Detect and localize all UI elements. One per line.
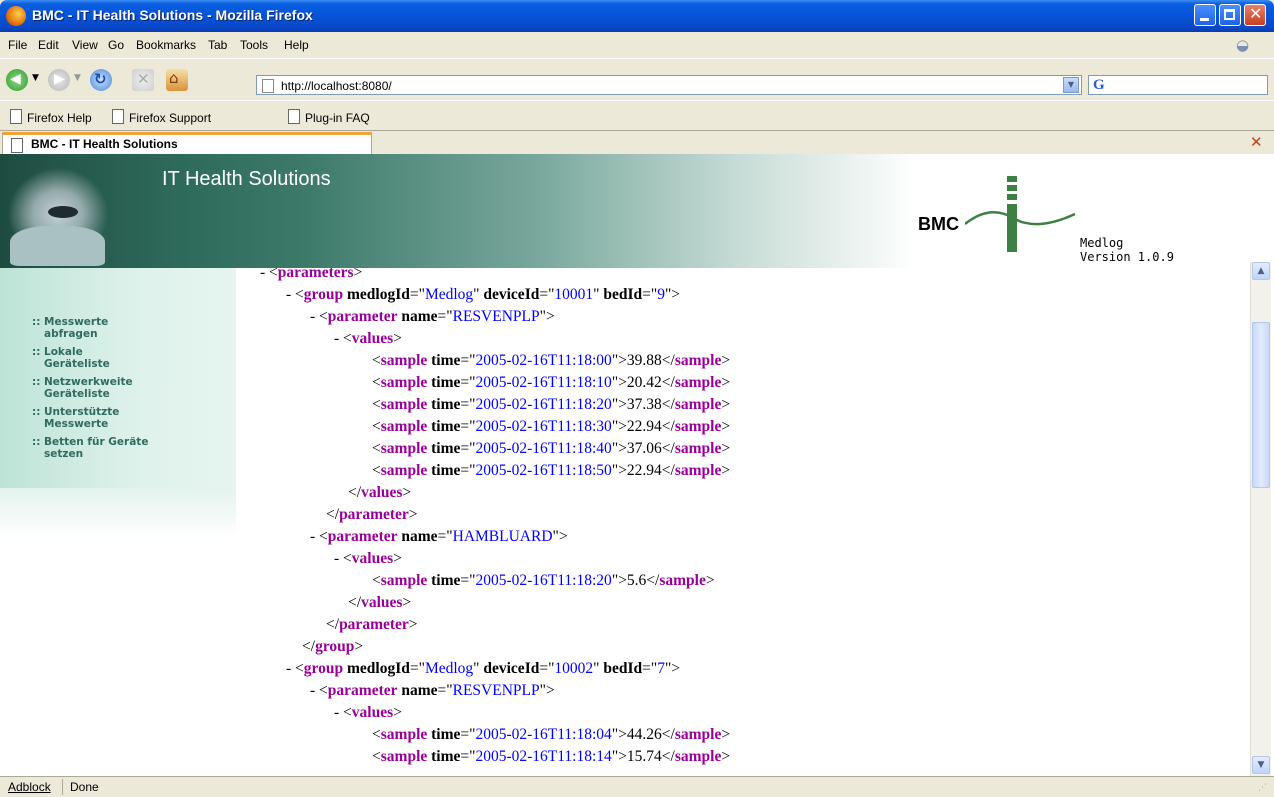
xml-sample: <sample time="2005-02-16T11:18:20">37.38… [372, 396, 731, 413]
xml-sample: <sample time="2005-02-16T11:18:50">22.94… [372, 462, 731, 479]
xml-group-close: </group> [302, 638, 364, 655]
page-icon [262, 79, 274, 93]
url-history-dropdown[interactable]: ▼ [1063, 77, 1079, 93]
xml-values-open[interactable]: - <values> [334, 330, 402, 348]
xml-sample: <sample time="2005-02-16T11:18:04">44.26… [372, 726, 731, 743]
vertical-scrollbar[interactable]: ▲ ▼ [1250, 262, 1271, 776]
xml-parameter-open[interactable]: - <parameter name="HAMBLUARD"> [310, 528, 568, 546]
status-text: Done [70, 780, 99, 794]
close-icon: ✕ [1249, 4, 1263, 23]
xml-group-open[interactable]: - <group medlogId="Medlog" deviceId="100… [286, 286, 680, 304]
close-tab-icon[interactable]: ✕ [1250, 133, 1263, 151]
xml-sample: <sample time="2005-02-16T11:18:00">39.88… [372, 352, 731, 369]
xml-parameter-open[interactable]: - <parameter name="RESVENPLP"> [310, 682, 555, 700]
sidebar-item-betten-setzen[interactable]: :: Betten für Geräte setzen [32, 436, 214, 460]
bookmark-page-icon [112, 109, 124, 124]
version-info: Medlog Version 1.0.9 [1080, 236, 1174, 264]
bmc-logo: BMC [915, 174, 1085, 254]
firefox-icon [6, 6, 26, 26]
tab-page-icon [11, 138, 23, 153]
tab-bar: BMC - IT Health Solutions ✕ [0, 130, 1274, 155]
menu-help[interactable]: Help [284, 38, 309, 52]
sidebar-item-netzwerkweite-geraeteliste[interactable]: :: Netzwerkweite Geräteliste [32, 376, 214, 400]
minimize-button[interactable] [1194, 4, 1216, 26]
home-icon: ⌂ [169, 69, 179, 87]
xml-group-open[interactable]: - <group medlogId="Medlog" deviceId="100… [286, 660, 680, 678]
throbber-icon: ◒ [1236, 36, 1250, 54]
url-bar[interactable]: http://localhost:8080/ ▼ [256, 75, 1082, 95]
home-button[interactable]: ⌂ [166, 69, 188, 91]
sidebar: :: Messwerte abfragen :: Lokale Geräteliste … [0, 268, 236, 538]
adblock-status[interactable]: Adblock [8, 780, 51, 794]
menu-tab[interactable]: Tab [208, 38, 227, 52]
bookmark-firefox-support[interactable]: Firefox Support [112, 109, 211, 125]
stop-button[interactable]: ✕ [132, 69, 154, 91]
sidebar-item-unterstuetzte-messwerte[interactable]: :: Unterstützte Messwerte [32, 406, 214, 430]
google-search-icon[interactable]: G [1093, 77, 1105, 94]
back-arrow-icon: ◀ [10, 71, 21, 87]
title-bar: BMC - IT Health Solutions - Mozilla Fire… [0, 0, 1274, 32]
tab-bmc[interactable]: BMC - IT Health Solutions [2, 132, 372, 154]
xml-parameter-close: </parameter> [326, 616, 418, 633]
bookmark-page-icon [288, 109, 300, 124]
reload-button[interactable]: ↻ [90, 69, 112, 91]
back-history-dropdown[interactable]: ▼ [32, 73, 39, 83]
xml-values-open[interactable]: - <values> [334, 550, 402, 568]
xml-parameter-close: </parameter> [326, 506, 418, 523]
xml-sample: <sample time="2005-02-16T11:18:14">15.74… [372, 748, 731, 765]
menu-tools[interactable]: Tools [240, 38, 268, 52]
search-box[interactable]: G [1088, 75, 1268, 95]
stop-icon: ✕ [137, 70, 150, 88]
xml-values-close: </values> [348, 594, 412, 611]
doctor-image [0, 154, 110, 268]
bookmarks-toolbar: Firefox Help Firefox Support Plug-in FAQ [0, 100, 1274, 131]
xml-values-close: </values> [348, 484, 412, 501]
bookmark-firefox-help[interactable]: Firefox Help [10, 109, 92, 125]
menu-view[interactable]: View [72, 38, 98, 52]
maximize-button[interactable] [1219, 4, 1241, 26]
bookmark-plugin-faq[interactable]: Plug-in FAQ [288, 109, 370, 125]
status-bar: Adblock Done ⋰ [0, 776, 1274, 797]
menu-bar: File Edit View Go Bookmarks Tab Tools He… [0, 32, 1274, 58]
window-title: BMC - IT Health Solutions - Mozilla Fire… [32, 7, 313, 23]
forward-button[interactable]: ▶ [48, 69, 70, 91]
forward-arrow-icon: ▶ [54, 71, 65, 87]
close-window-button[interactable]: ✕ [1244, 4, 1266, 26]
url-text[interactable]: http://localhost:8080/ [281, 79, 392, 93]
resize-grip-icon[interactable]: ⋰ [1258, 783, 1267, 793]
menu-bookmarks[interactable]: Bookmarks [136, 38, 196, 52]
scroll-down-button[interactable]: ▼ [1252, 756, 1270, 774]
xml-values-open[interactable]: - <values> [334, 704, 402, 722]
reload-icon: ↻ [94, 70, 107, 88]
menu-file[interactable]: File [8, 38, 27, 52]
sidebar-item-lokale-geraeteliste[interactable]: :: Lokale Geräteliste [32, 346, 214, 370]
sidebar-item-messwerte-abfragen[interactable]: :: Messwerte abfragen [32, 316, 214, 340]
xml-parameters-open[interactable]: - <parameters> [260, 264, 362, 282]
xml-sample: <sample time="2005-02-16T11:18:10">20.42… [372, 374, 731, 391]
bookmark-page-icon [10, 109, 22, 124]
scroll-thumb[interactable] [1252, 322, 1270, 488]
scroll-up-button[interactable]: ▲ [1252, 262, 1270, 280]
banner: IT Health Solutions BMC Medlog Version 1… [0, 154, 1274, 268]
forward-history-dropdown[interactable]: ▼ [74, 73, 81, 83]
xml-parameter-open[interactable]: - <parameter name="RESVENPLP"> [310, 308, 555, 326]
menu-go[interactable]: Go [108, 38, 124, 52]
xml-sample: <sample time="2005-02-16T11:18:20">5.6</… [372, 572, 715, 589]
navigation-toolbar: ◀ ▼ ▶ ▼ ↻ ✕ ⌂ http://localhost:8080/ ▼ G [0, 58, 1274, 101]
xml-sample: <sample time="2005-02-16T11:18:40">37.06… [372, 440, 731, 457]
banner-title: IT Health Solutions [162, 168, 331, 190]
back-button[interactable]: ◀ [6, 69, 28, 91]
xml-sample: <sample time="2005-02-16T11:18:30">22.94… [372, 418, 731, 435]
page-content: IT Health Solutions BMC Medlog Version 1… [0, 154, 1274, 776]
menu-edit[interactable]: Edit [38, 38, 59, 52]
